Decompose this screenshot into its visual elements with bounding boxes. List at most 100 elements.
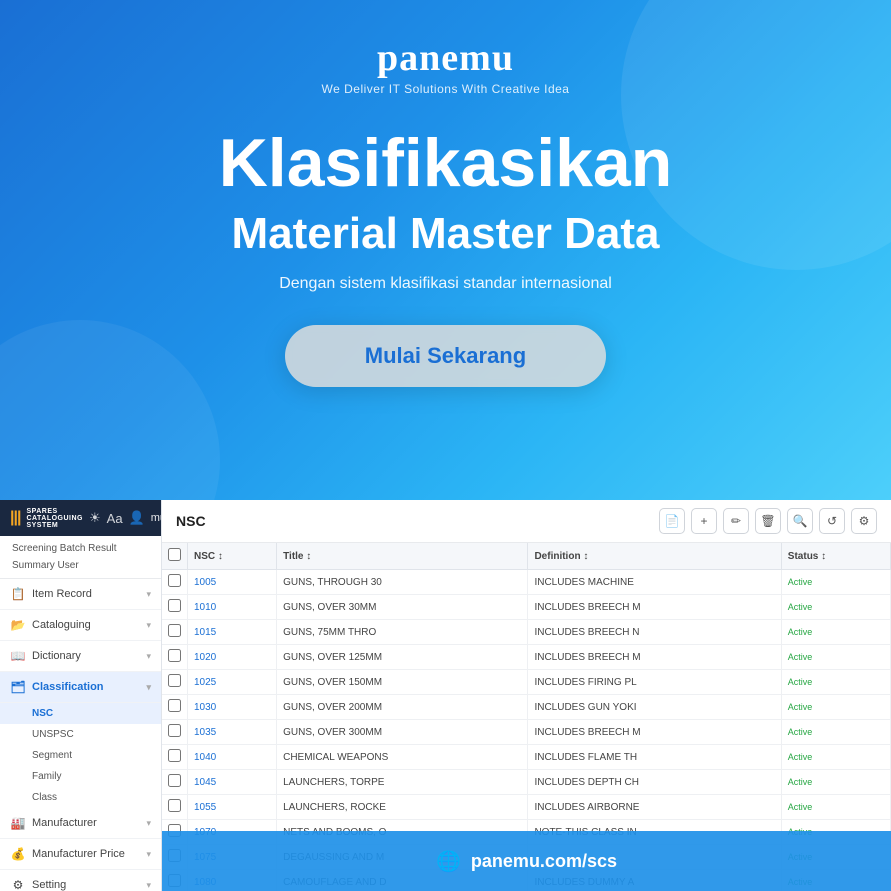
sub-item-nsc[interactable]: NSC [0,703,161,724]
nsc-cell[interactable]: 1055 [188,795,277,820]
sub-item-family[interactable]: Family [0,766,161,787]
summary-user-link[interactable]: Summary User [0,557,161,574]
nsc-link[interactable]: 1015 [194,627,216,638]
nsc-link[interactable]: 1045 [194,777,216,788]
nsc-cell[interactable]: 1005 [188,570,277,595]
definition-cell: INCLUDES GUN YOKI [528,695,781,720]
nsc-link[interactable]: 1025 [194,677,216,688]
nsc-cell[interactable]: 1015 [188,620,277,645]
settings-button[interactable]: ⚙ [851,508,877,534]
sidebar-item-manufacturer-price[interactable]: 💰 Manufacturer Price ▾ [0,839,161,870]
row-checkbox[interactable] [168,574,181,587]
cta-button[interactable]: Mulai Sekarang [285,325,606,387]
title-cell: LAUNCHERS, ROCKE [277,795,528,820]
status-cell: Active [781,770,890,795]
nsc-link[interactable]: 1020 [194,652,216,663]
row-checkbox[interactable] [168,624,181,637]
manufacturer-price-chevron: ▾ [146,849,151,860]
dictionary-icon: 📖 [10,648,26,664]
nsc-link[interactable]: 1055 [194,802,216,813]
col-title[interactable]: Title ↕ [277,543,528,570]
table-row[interactable]: 1030 GUNS, OVER 200MM INCLUDES GUN YOKI … [162,695,891,720]
row-checkbox-cell [162,720,188,745]
sidebar-logo: ||| [10,509,20,527]
title-cell: GUNS, OVER 200MM [277,695,528,720]
table-row[interactable]: 1035 GUNS, OVER 300MM INCLUDES BREECH M … [162,720,891,745]
export-button[interactable]: 📄 [659,508,685,534]
table-row[interactable]: 1040 CHEMICAL WEAPONS INCLUDES FLAME TH … [162,745,891,770]
nsc-link[interactable]: 1030 [194,702,216,713]
table-row[interactable]: 1015 GUNS, 75MM THRO INCLUDES BREECH N A… [162,620,891,645]
row-checkbox[interactable] [168,724,181,737]
add-button[interactable]: + [691,508,717,534]
select-all-checkbox[interactable] [168,548,181,561]
table-row[interactable]: 1010 GUNS, OVER 30MM INCLUDES BREECH M A… [162,595,891,620]
dictionary-label: Dictionary [32,650,140,662]
col-nsc[interactable]: NSC ↕ [188,543,277,570]
sidebar-item-cataloguing[interactable]: 📂 Cataloguing ▾ [0,610,161,641]
col-status[interactable]: Status ↕ [781,543,890,570]
row-checkbox-cell [162,595,188,620]
row-checkbox[interactable] [168,699,181,712]
sidebar-item-item-record[interactable]: 📋 Item Record ▾ [0,579,161,610]
edit-button[interactable]: ✏ [723,508,749,534]
nsc-cell[interactable]: 1040 [188,745,277,770]
definition-cell: INCLUDES BREECH N [528,620,781,645]
refresh-button[interactable]: ↺ [819,508,845,534]
hero-title-main: Klasifikasikan [219,126,673,201]
status-badge: Active [788,727,813,737]
sidebar-item-setting[interactable]: ⚙ Setting ▾ [0,870,161,891]
header-right: ☀ Aa 👤 mubin [89,510,162,526]
sub-item-class[interactable]: Class [0,787,161,808]
nsc-cell[interactable]: 1045 [188,770,277,795]
search-button[interactable]: 🔍 [787,508,813,534]
row-checkbox[interactable] [168,799,181,812]
table-row[interactable]: 1020 GUNS, OVER 125MM INCLUDES BREECH M … [162,645,891,670]
nsc-cell[interactable]: 1020 [188,645,277,670]
username: mubin [151,512,162,524]
col-definition[interactable]: Definition ↕ [528,543,781,570]
nsc-cell[interactable]: 1025 [188,670,277,695]
nsc-cell[interactable]: 1035 [188,720,277,745]
dictionary-chevron: ▾ [146,651,151,662]
row-checkbox[interactable] [168,649,181,662]
cataloguing-chevron: ▾ [146,620,151,631]
sidebar-item-classification[interactable]: 🗂 Classification ▾ [0,672,161,703]
logo-subtitle: We Deliver IT Solutions With Creative Id… [322,82,570,96]
logo-area: panemu We Deliver IT Solutions With Crea… [322,36,570,96]
nsc-link[interactable]: 1010 [194,602,216,613]
language-icon[interactable]: Aa [107,511,123,526]
screening-batch-link[interactable]: Screening Batch Result [0,540,161,557]
delete-button[interactable]: 🗑 [755,508,781,534]
nsc-cell[interactable]: 1010 [188,595,277,620]
nsc-link[interactable]: 1005 [194,577,216,588]
sub-item-unspsc[interactable]: UNSPSC [0,724,161,745]
sub-item-segment[interactable]: Segment [0,745,161,766]
title-cell: GUNS, OVER 125MM [277,645,528,670]
table-row[interactable]: 1005 GUNS, THROUGH 30 INCLUDES MACHINE A… [162,570,891,595]
table-row[interactable]: 1055 LAUNCHERS, ROCKE INCLUDES AIRBORNE … [162,795,891,820]
brightness-icon[interactable]: ☀ [89,510,101,526]
nsc-link[interactable]: 1035 [194,727,216,738]
row-checkbox[interactable] [168,749,181,762]
sidebar-item-manufacturer[interactable]: 🏭 Manufacturer ▾ [0,808,161,839]
nsc-cell[interactable]: 1030 [188,695,277,720]
logo: panemu [377,36,514,80]
status-badge: Active [788,602,813,612]
table-row[interactable]: 1045 LAUNCHERS, TORPE INCLUDES DEPTH CH … [162,770,891,795]
row-checkbox-cell [162,695,188,720]
table-row[interactable]: 1025 GUNS, OVER 150MM INCLUDES FIRING PL… [162,670,891,695]
user-icon[interactable]: 👤 [129,510,145,526]
definition-cell: INCLUDES FLAME TH [528,745,781,770]
row-checkbox[interactable] [168,674,181,687]
sidebar-item-dictionary[interactable]: 📖 Dictionary ▾ [0,641,161,672]
manufacturer-price-label: Manufacturer Price [32,848,140,860]
row-checkbox[interactable] [168,599,181,612]
status-cell: Active [781,795,890,820]
status-badge: Active [788,777,813,787]
main-toolbar: NSC 📄 + ✏ 🗑 🔍 ↺ ⚙ [162,500,891,543]
row-checkbox[interactable] [168,774,181,787]
nsc-link[interactable]: 1040 [194,752,216,763]
manufacturer-chevron: ▾ [146,818,151,829]
globe-icon: 🌐 [436,849,461,874]
